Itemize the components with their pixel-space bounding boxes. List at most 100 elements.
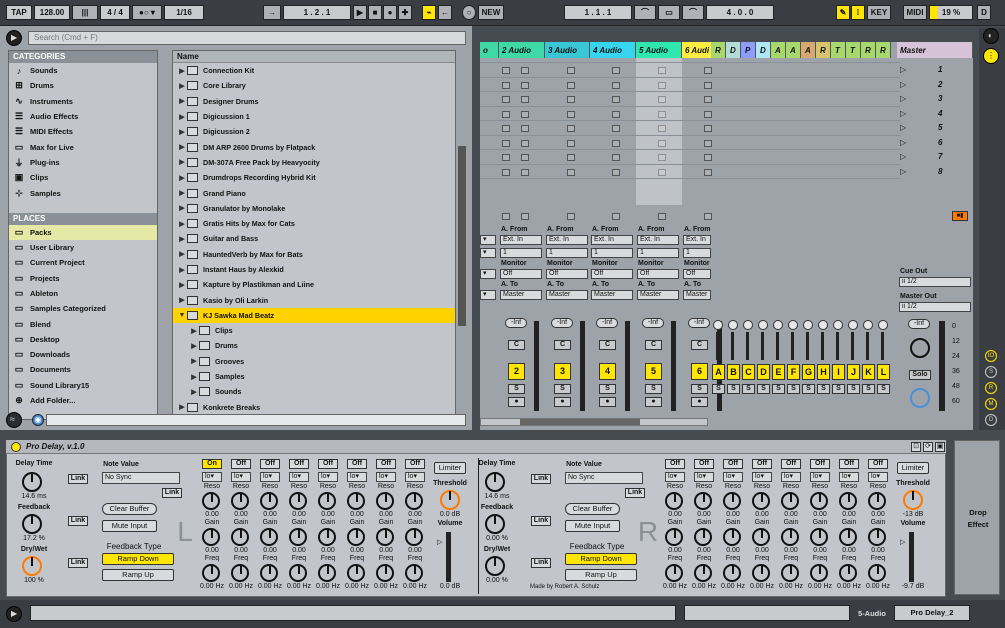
audio-channel-select[interactable]: 1: [500, 248, 542, 258]
feedback-knob[interactable]: [22, 514, 42, 534]
band-toggle-button[interactable]: Off: [810, 459, 830, 469]
status-toggle-icon[interactable]: ▶: [6, 606, 22, 622]
overdub-icon[interactable]: ✚: [398, 5, 412, 20]
back-to-arrangement-icon[interactable]: ←: [438, 5, 452, 20]
return-track-header[interactable]: R: [816, 42, 831, 58]
volume-readout[interactable]: -Inf: [551, 318, 573, 328]
delay-time-knob[interactable]: [485, 472, 505, 492]
return-pan-knob[interactable]: [803, 320, 813, 330]
scene-name[interactable]: 7: [938, 152, 942, 161]
stop-icon[interactable]: ■: [368, 5, 382, 20]
expand-icon[interactable]: ▶: [177, 266, 187, 274]
filter-type-select[interactable]: lo▾: [289, 472, 309, 482]
stop-all-clips-button[interactable]: ■▮: [952, 211, 968, 221]
link-button[interactable]: Link: [531, 474, 551, 484]
follow-icon[interactable]: →: [263, 5, 281, 20]
expand-icon[interactable]: ▶: [177, 113, 187, 121]
audio-from-select[interactable]: Ext. In: [500, 235, 542, 245]
clip-slot[interactable]: [567, 81, 575, 89]
list-item[interactable]: ▶ Digicussion 1: [173, 109, 455, 124]
track-header[interactable]: 5 Audio: [636, 42, 682, 58]
place-current-project[interactable]: ▭ Current Project: [9, 255, 157, 270]
list-scrollbar-thumb[interactable]: [458, 146, 466, 326]
place-downloads[interactable]: ▭ Downloads: [9, 347, 157, 362]
reso-knob[interactable]: [347, 492, 365, 510]
partial-select[interactable]: ▾: [480, 235, 496, 245]
return-pan-knob[interactable]: [863, 320, 873, 330]
category-midi-effects[interactable]: ☰ MIDI Effects: [9, 124, 157, 139]
list-item[interactable]: ▶ Konkrete Breaks: [173, 400, 455, 415]
list-item[interactable]: ▶ Core Library: [173, 78, 455, 93]
gain-knob[interactable]: [347, 528, 365, 546]
return-pan-knob[interactable]: [848, 320, 858, 330]
delay-toggle-icon[interactable]: D: [985, 414, 997, 426]
filter-type-select[interactable]: lo▾: [318, 472, 338, 482]
freq-knob[interactable]: [260, 564, 278, 582]
place-samples-categorized[interactable]: ▭ Samples Categorized: [9, 301, 157, 316]
clip-slot[interactable]: [567, 154, 575, 161]
monitor-select[interactable]: Off: [546, 269, 588, 279]
scene-launch-icon[interactable]: ▷: [900, 138, 906, 147]
clip-slot[interactable]: [612, 168, 620, 176]
return-track-header[interactable]: D: [756, 42, 771, 58]
expand-icon[interactable]: ▶: [177, 97, 187, 105]
audio-channel-select[interactable]: 1: [683, 248, 711, 258]
link-button[interactable]: Link: [68, 516, 88, 526]
dry-wet-knob[interactable]: [485, 556, 505, 576]
volume-readout[interactable]: -Inf: [688, 318, 710, 328]
session-view-icon[interactable]: ⋮⋮: [983, 48, 1003, 64]
ramp-down-button[interactable]: Ramp Down: [102, 553, 174, 565]
audio-from-select[interactable]: Ext. In: [637, 235, 679, 245]
return-pan-knob[interactable]: [713, 320, 723, 330]
freq-knob[interactable]: [752, 564, 770, 582]
filter-type-select[interactable]: lo▾: [405, 472, 425, 482]
filter-type-select[interactable]: lo▾: [723, 472, 743, 482]
expand-icon[interactable]: ▶: [177, 296, 187, 304]
audio-to-select[interactable]: Master: [683, 290, 711, 300]
band-toggle-button[interactable]: Off: [694, 459, 714, 469]
volume-slider[interactable]: [909, 532, 914, 582]
gain-knob[interactable]: [752, 528, 770, 546]
delay-time-knob[interactable]: [22, 472, 42, 492]
category-audio-effects[interactable]: ☰ Audio Effects: [9, 109, 157, 124]
expand-icon[interactable]: ▶: [177, 174, 187, 182]
clip-slot[interactable]: [521, 81, 529, 89]
freq-knob[interactable]: [405, 564, 423, 582]
place-documents[interactable]: ▭ Documents: [9, 362, 157, 377]
return-activator-button[interactable]: F: [787, 364, 800, 380]
freq-knob[interactable]: [694, 564, 712, 582]
return-solo-button[interactable]: S: [802, 384, 815, 394]
audio-from-select[interactable]: Ext. In: [683, 235, 711, 245]
category-sounds[interactable]: ♪ Sounds: [9, 63, 157, 78]
cue-volume-knob[interactable]: [910, 388, 930, 408]
filter-type-select[interactable]: lo▾: [260, 472, 280, 482]
groove-pool-icon[interactable]: ≈: [6, 412, 22, 428]
drop-effect-zone[interactable]: Drop Effect: [954, 440, 1000, 595]
scene-launch-icon[interactable]: ▷: [900, 94, 906, 103]
filter-type-select[interactable]: lo▾: [752, 472, 772, 482]
gain-knob[interactable]: [665, 528, 683, 546]
gain-knob[interactable]: [231, 528, 249, 546]
nudge-buttons[interactable]: |||: [72, 5, 98, 20]
clip-stop-button[interactable]: [502, 213, 510, 220]
clip-stop-button[interactable]: [658, 213, 666, 220]
freq-knob[interactable]: [231, 564, 249, 582]
signature-field[interactable]: 4 / 4: [100, 5, 130, 20]
clip-stop-button[interactable]: [704, 213, 712, 220]
scene-launch-icon[interactable]: ▷: [900, 80, 906, 89]
freq-knob[interactable]: [839, 564, 857, 582]
list-subitem[interactable]: ▶ Sounds: [173, 384, 455, 399]
gain-knob[interactable]: [839, 528, 857, 546]
reso-knob[interactable]: [665, 492, 683, 510]
return-track-header[interactable]: R: [861, 42, 876, 58]
expand-icon[interactable]: ▶: [177, 143, 187, 151]
clear-buffer-button[interactable]: Clear Buffer: [565, 503, 620, 515]
clip-slot[interactable]: [502, 96, 510, 103]
clip-slot[interactable]: [612, 110, 620, 118]
list-item[interactable]: ▶ Instant Haus by Alexkid: [173, 262, 455, 277]
partial-select[interactable]: ▾: [480, 290, 496, 300]
expand-icon[interactable]: ▶: [177, 403, 187, 411]
list-item[interactable]: ▶ Kapture by Plastikman and Liine: [173, 277, 455, 292]
clip-slot[interactable]: [704, 154, 712, 161]
list-item[interactable]: ▶ Connection Kit: [173, 63, 455, 78]
